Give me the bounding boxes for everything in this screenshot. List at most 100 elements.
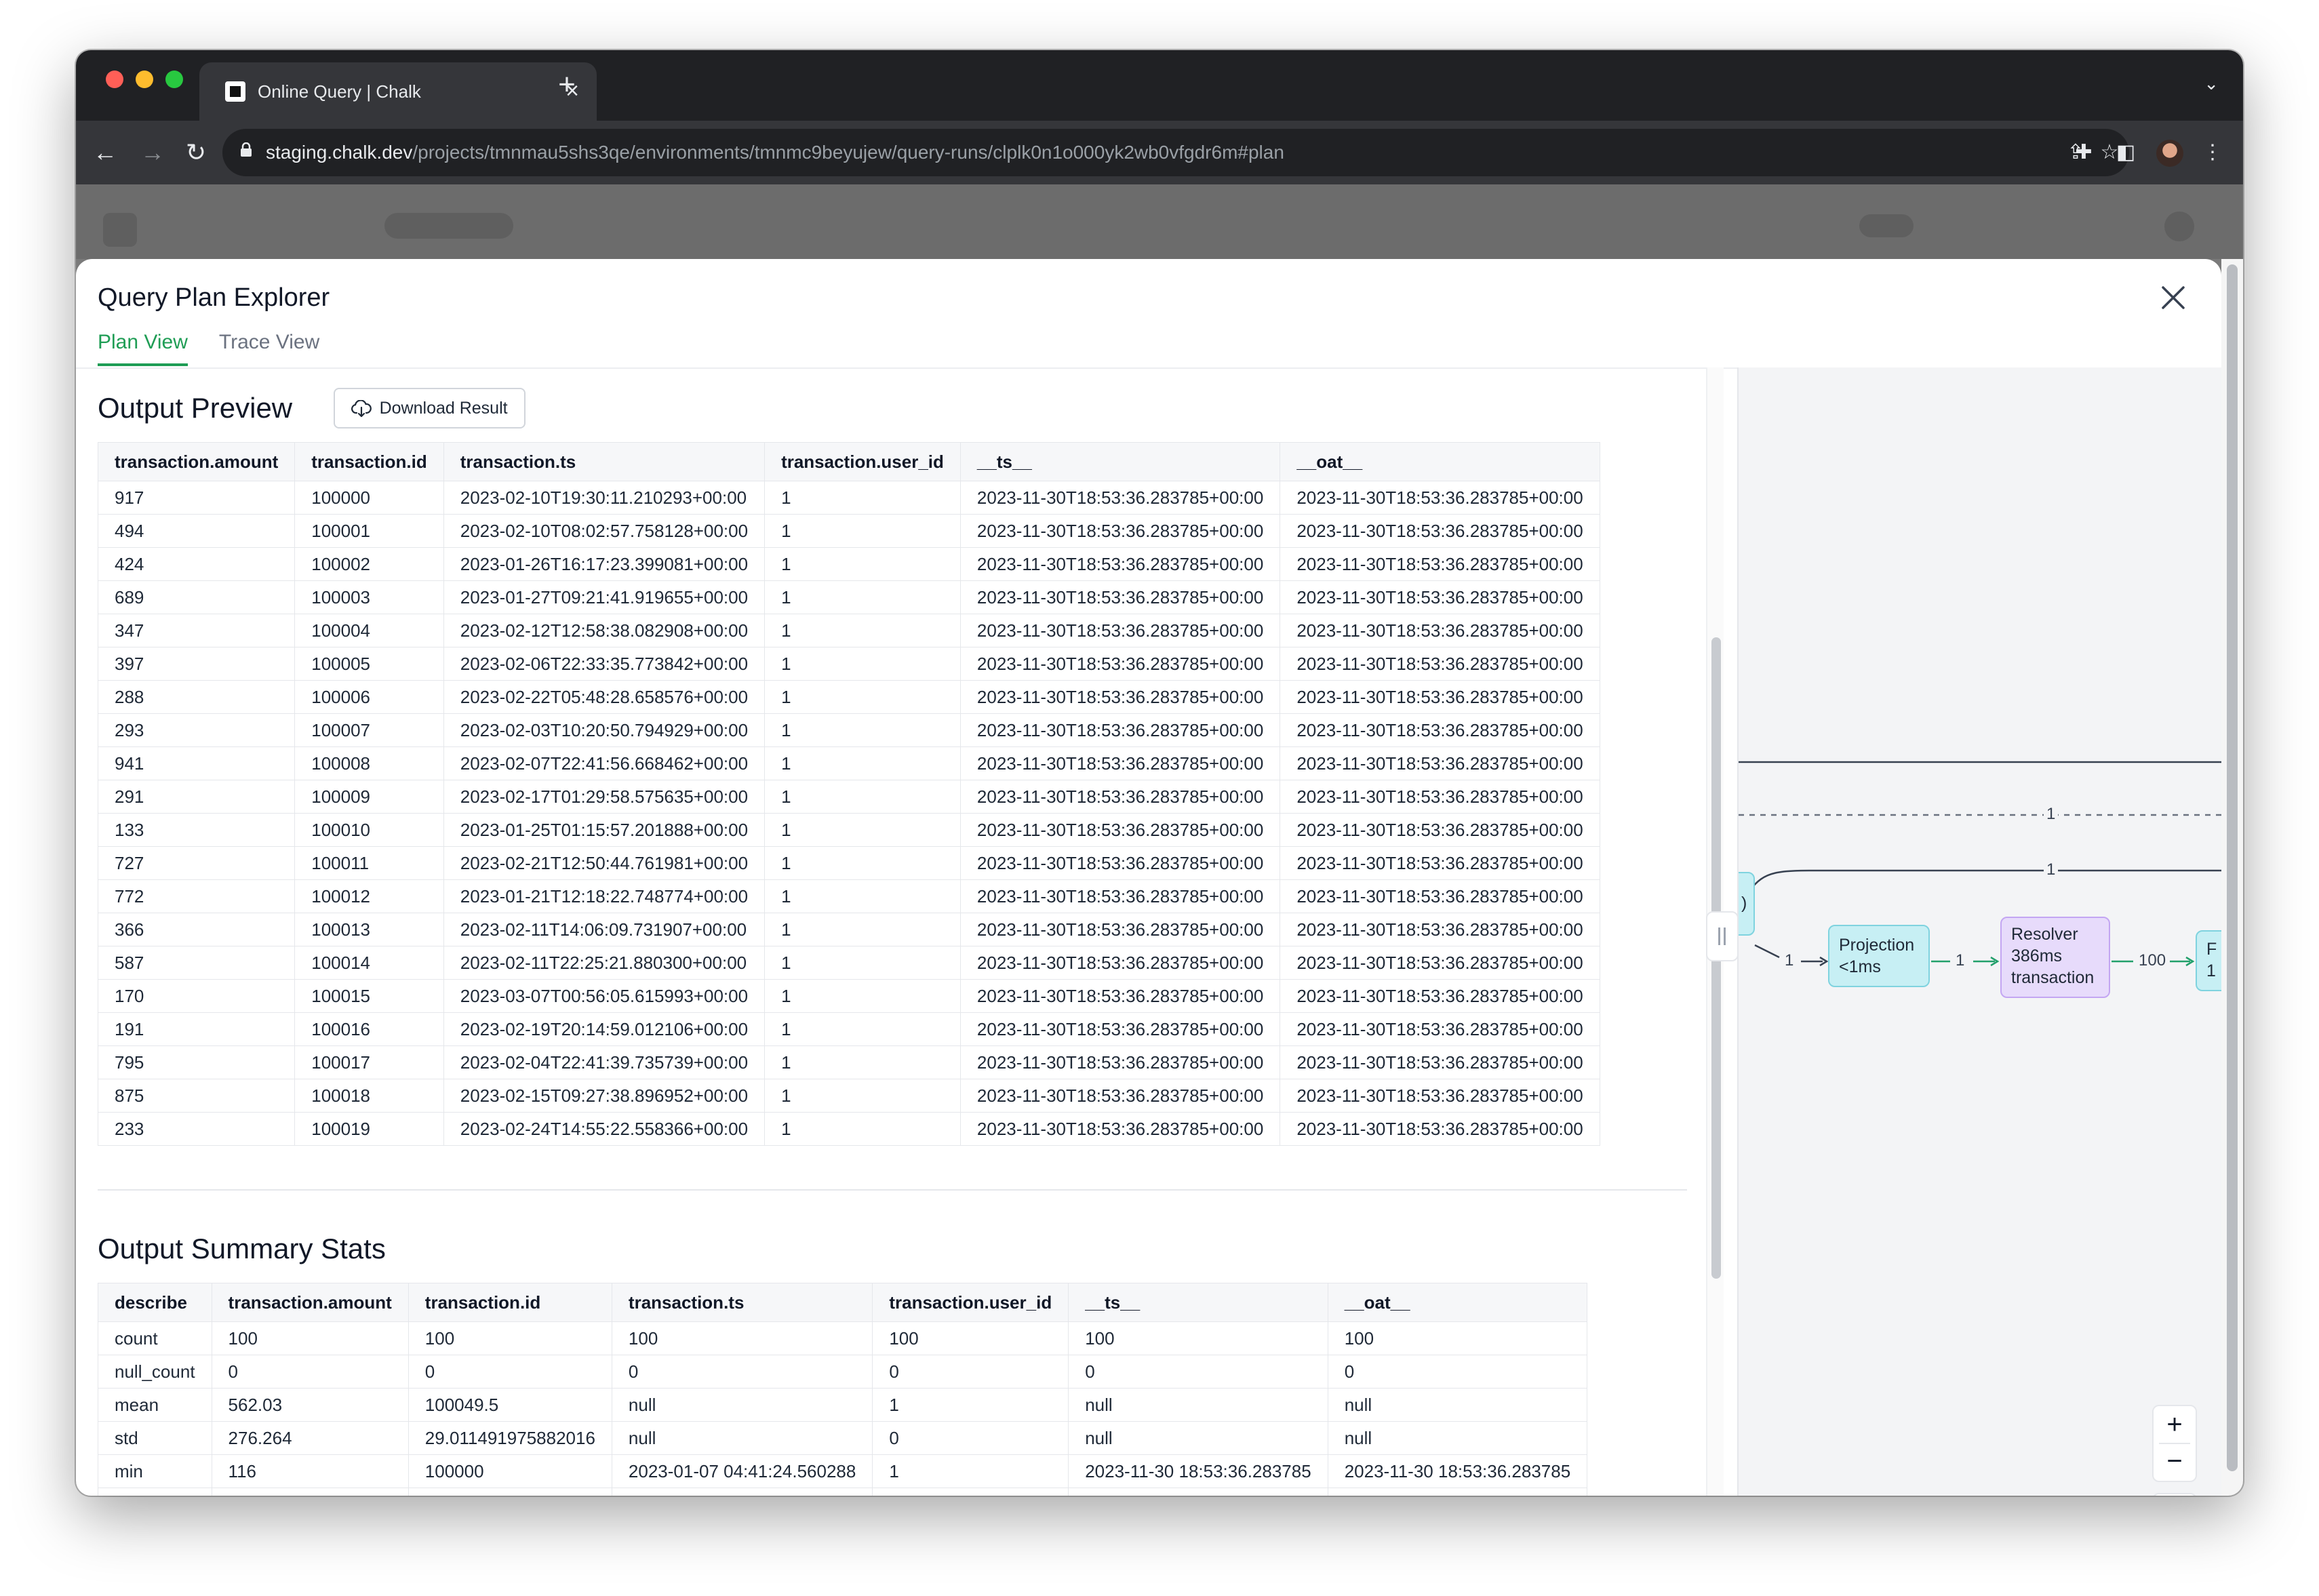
section-divider	[98, 1189, 1687, 1191]
preview-table-cell: 2023-02-19T20:14:59.012106+00:00	[443, 1012, 766, 1046]
stats-table-cell: 116	[211, 1454, 409, 1488]
back-button[interactable]: ←	[87, 134, 123, 171]
address-bar[interactable]: staging.chalk.dev/projects/tmnmau5shs3qe…	[222, 129, 2129, 176]
preview-table-row: 133 100010 2023-01-25T01:15:57.201888+00:0…	[97, 813, 1600, 847]
preview-table-cell: 170	[97, 979, 296, 1013]
window-scrollbar-thumb[interactable]	[2227, 264, 2238, 1471]
zoom-out-button[interactable]: −	[2154, 1443, 2196, 1479]
preview-table-row: 917 100000 2023-02-10T19:30:11.210293+00:0…	[97, 481, 1600, 515]
preview-table-cell: 1	[764, 879, 961, 913]
stats-table-cell: 100	[1068, 1321, 1328, 1355]
node-title: Projection	[1839, 936, 1915, 955]
preview-table-row: 941 100008 2023-02-07T22:41:56.668462+00:0…	[97, 746, 1600, 780]
close-window-button[interactable]	[106, 71, 123, 88]
preview-table-cell: 100000	[294, 481, 444, 515]
pane-resize-handle[interactable]	[1706, 911, 1739, 961]
preview-table-cell: 917	[97, 481, 296, 515]
preview-table-cell: 2023-11-30T18:53:36.283785+00:00	[959, 1079, 1281, 1113]
stats-table-cell: 100	[211, 1321, 409, 1355]
preview-table-cell: 941	[97, 746, 296, 780]
preview-table-row: 347 100004 2023-02-12T12:58:38.082908+00:0…	[97, 614, 1600, 647]
preview-table-cell: 100011	[294, 846, 444, 880]
preview-table-row: 727 100011 2023-02-21T12:50:44.761981+00:0…	[97, 846, 1600, 880]
graph-node-partial-right[interactable]: F 1	[2196, 930, 2223, 991]
window-scrollbar[interactable]	[2221, 259, 2243, 1496]
stats-table-cell: 1	[872, 1388, 1069, 1422]
modal-title: Query Plan Explorer	[98, 283, 330, 312]
preview-table-cell: 347	[97, 614, 296, 647]
stats-table-cell: null	[1327, 1421, 1588, 1455]
preview-table-cell: 2023-02-22T05:48:28.658576+00:00	[443, 680, 766, 714]
stats-table-cell: 100000	[408, 1454, 612, 1488]
preview-table-cell: 1	[764, 481, 961, 515]
preview-table-cell: 1	[764, 979, 961, 1013]
preview-table-cell: 1	[764, 1045, 961, 1079]
preview-table-cell: 100013	[294, 913, 444, 946]
preview-table-cell: 2023-11-30T18:53:36.283785+00:00	[1280, 481, 1600, 515]
browser-menu-icon[interactable]: ⋮	[2194, 134, 2231, 171]
summary-stats-heading: Output Summary Stats	[98, 1233, 386, 1264]
stats-column-header: transaction.user_id	[872, 1283, 1069, 1322]
new-tab-button[interactable]: +	[547, 68, 587, 102]
stats-table-cell: null	[611, 1388, 873, 1422]
graph-settings-gear-icon[interactable]: ⚙	[2152, 1493, 2197, 1496]
preview-table-cell: 2023-11-30T18:53:36.283785+00:00	[1280, 647, 1600, 681]
preview-table-cell: 587	[97, 946, 296, 980]
zoom-in-button[interactable]: +	[2154, 1406, 2196, 1443]
app-header-dimmed	[76, 184, 2243, 259]
tab-search-chevron-icon[interactable]: ⌄	[2204, 73, 2219, 94]
chalk-favicon-icon	[225, 81, 245, 102]
preview-table-cell: 2023-11-30T18:53:36.283785+00:00	[959, 547, 1281, 581]
preview-table-row: 170 100015 2023-03-07T00:56:05.615993+00:0…	[97, 979, 1600, 1013]
preview-table-row: 494 100001 2023-02-10T08:02:57.758128+00:0…	[97, 514, 1600, 548]
preview-table-row: 288 100006 2023-02-22T05:48:28.658576+00:0…	[97, 680, 1600, 714]
stats-table-cell: 2023-11-30 18:53:36.283785	[1327, 1488, 1588, 1496]
preview-column-header: transaction.amount	[97, 442, 296, 481]
minimize-window-button[interactable]	[136, 71, 153, 88]
stats-table-cell: 2023-03-07 05:29:09.453359	[611, 1488, 873, 1496]
graph-node-partial-left[interactable]: )	[1739, 872, 1755, 936]
preview-table-cell: 100009	[294, 780, 444, 814]
preview-table-cell: 2023-11-30T18:53:36.283785+00:00	[1280, 713, 1600, 747]
preview-table-cell: 100016	[294, 1012, 444, 1046]
preview-table-cell: 2023-02-07T22:41:56.668462+00:00	[443, 746, 766, 780]
preview-table-cell: 2023-11-30T18:53:36.283785+00:00	[1280, 813, 1600, 847]
node-title: F	[2206, 940, 2217, 959]
modal-close-icon[interactable]	[2158, 282, 2189, 313]
preview-table-cell: 397	[97, 647, 296, 681]
node-title: Resolver	[2011, 925, 2078, 944]
browser-window: Online Query | Chalk × + ⌄ ← → ↻ staging…	[76, 50, 2243, 1496]
tab-trace-view[interactable]: Trace View	[219, 331, 319, 366]
browser-tab[interactable]: Online Query | Chalk ×	[199, 62, 597, 121]
preview-table-row: 191 100016 2023-02-19T20:14:59.012106+00:0…	[97, 1012, 1600, 1046]
download-result-label: Download Result	[379, 399, 508, 418]
maximize-window-button[interactable]	[165, 71, 183, 88]
node-resolver-name: transaction	[2011, 968, 2095, 987]
stats-table-cell: 0	[611, 1355, 873, 1389]
stats-table-cell: 100	[872, 1321, 1069, 1355]
graph-node-projection[interactable]: Projection <1ms	[1828, 925, 1930, 987]
preview-column-header: transaction.ts	[443, 442, 766, 481]
preview-table-cell: 2023-11-30T18:53:36.283785+00:00	[959, 713, 1281, 747]
preview-table-row: 689 100003 2023-01-27T09:21:41.919655+00:0…	[97, 580, 1600, 614]
side-panel-icon[interactable]: ◧	[2107, 134, 2144, 171]
forward-button[interactable]: →	[134, 134, 171, 171]
reload-button[interactable]: ↻	[178, 134, 214, 171]
preview-table-cell: 2023-02-15T09:27:38.896952+00:00	[443, 1079, 766, 1113]
extensions-puzzle-icon[interactable]: ✚	[2065, 134, 2102, 171]
zoom-controls: + −	[2152, 1405, 2197, 1482]
tab-plan-view[interactable]: Plan View	[98, 331, 188, 366]
profile-avatar[interactable]	[2156, 140, 2183, 167]
preview-table-cell: 2023-01-26T16:17:23.399081+00:00	[443, 547, 766, 581]
edge-label-out: 100	[2136, 951, 2169, 970]
preview-table-cell: 2023-11-30T18:53:36.283785+00:00	[959, 979, 1281, 1013]
preview-table-cell: 2023-03-07T00:56:05.615993+00:00	[443, 979, 766, 1013]
preview-table-cell: 1	[764, 846, 961, 880]
plan-graph-canvas[interactable]: 1 1 1 1 100 ) Projection <1ms Resolver 3…	[1737, 367, 2223, 1496]
preview-table-cell: 233	[97, 1112, 296, 1146]
download-result-button[interactable]: Download Result	[333, 388, 526, 428]
preview-table-cell: 424	[97, 547, 296, 581]
preview-table-cell: 1	[764, 813, 961, 847]
graph-node-resolver[interactable]: Resolver 386ms transaction	[2000, 917, 2110, 998]
preview-table-cell: 875	[97, 1079, 296, 1113]
